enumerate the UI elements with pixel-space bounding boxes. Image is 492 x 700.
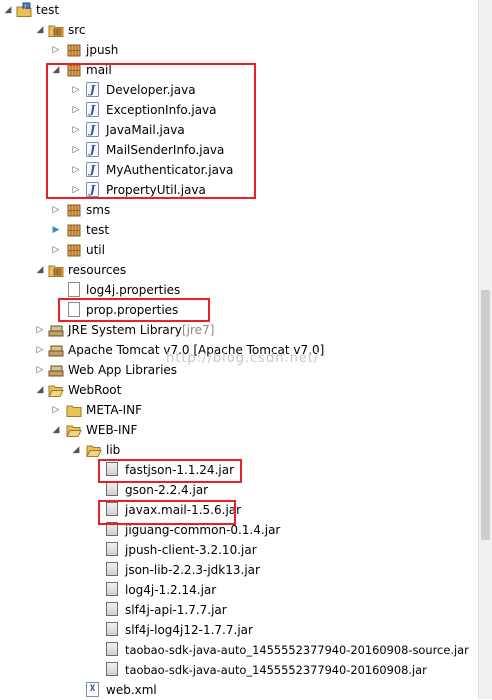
jar-file-icon <box>106 462 118 476</box>
jar-label: jpush-client-3.2.10.jar <box>125 543 257 557</box>
file-label: Developer.java <box>106 83 196 97</box>
watermark-text: http://blog.csdn.net/ <box>166 351 320 366</box>
jar-label: gson-2.2.4.jar <box>125 483 209 497</box>
jar-file-icon <box>106 482 118 496</box>
open-folder-icon <box>86 445 102 457</box>
jar-label: taobao-sdk-java-auto_1455552377940-20160… <box>125 663 427 677</box>
expand-arrow-icon[interactable]: ◢ <box>2 0 14 20</box>
svg-text:J: J <box>24 4 26 10</box>
package-label: test <box>86 223 110 237</box>
collapse-arrow-icon[interactable]: ▷ <box>34 340 46 360</box>
collapse-arrow-icon[interactable]: ▷ <box>34 320 46 340</box>
collapse-arrow-icon[interactable]: ▷ <box>70 80 82 100</box>
jar-file-icon <box>106 562 118 576</box>
collapse-arrow-icon[interactable]: ▷ <box>70 120 82 140</box>
file-label: log4j.properties <box>86 283 181 297</box>
package-icon <box>67 64 81 77</box>
expand-arrow-icon[interactable]: ◢ <box>34 380 46 400</box>
library-label: JRE System Library <box>68 323 182 337</box>
project-explorer-tree: ◢ J test ◢ src ▷ jpush ◢ mail ▷ J Develo… <box>0 0 478 699</box>
properties-file-icon <box>68 282 80 297</box>
file-label: MyAuthenticator.java <box>106 163 234 177</box>
project-label: test <box>36 3 60 17</box>
source-folder-icon <box>48 265 64 277</box>
jar-label: slf4j-api-1.7.7.jar <box>125 603 227 617</box>
collapse-arrow-icon[interactable]: ▷ <box>70 180 82 200</box>
jar-label: taobao-sdk-java-auto_1455552377940-20160… <box>125 643 469 657</box>
library-label: Web App Libraries <box>68 363 178 377</box>
collapse-arrow-icon[interactable]: ▷ <box>50 200 62 220</box>
file-label: PropertyUtil.java <box>106 183 206 197</box>
jar-label: jiguang-common-0.1.4.jar <box>125 523 281 537</box>
package-label: sms <box>86 203 111 217</box>
java-file-icon: J <box>86 142 99 157</box>
source-folder-icon <box>48 25 64 37</box>
jar-label: json-lib-2.2.3-jdk13.jar <box>125 563 260 577</box>
java-file-icon: J <box>86 102 99 117</box>
collapse-arrow-icon[interactable]: ▷ <box>50 400 62 420</box>
file-label: web.xml <box>106 683 157 697</box>
vertical-scrollbar[interactable] <box>478 0 492 699</box>
folder-label: META-INF <box>86 403 143 417</box>
java-file-icon: J <box>86 82 99 97</box>
library-icon <box>48 325 64 337</box>
open-folder-icon <box>66 425 82 437</box>
package-icon <box>67 44 81 57</box>
expand-arrow-icon[interactable]: ◢ <box>50 420 62 440</box>
jar-file-icon <box>106 602 118 616</box>
expand-arrow-icon[interactable]: ◢ <box>34 20 46 40</box>
xml-file-icon: X <box>86 682 99 697</box>
jar-file-icon <box>106 642 118 656</box>
properties-file-icon <box>68 302 80 317</box>
collapse-arrow-icon[interactable]: ▷ <box>34 360 46 380</box>
file-label: prop.properties <box>86 303 179 317</box>
jar-label: fastjson-1.1.24.jar <box>125 463 235 477</box>
collapse-arrow-icon[interactable]: ▷ <box>70 140 82 160</box>
folder-label: lib <box>106 443 121 457</box>
file-label: JavaMail.java <box>106 123 185 137</box>
package-label: jpush <box>86 43 119 57</box>
jar-label: slf4j-log4j12-1.7.7.jar <box>125 623 253 637</box>
file-label: ExceptionInfo.java <box>106 103 217 117</box>
folder-icon <box>66 405 82 417</box>
library-icon <box>48 365 64 377</box>
src-label: src <box>68 23 86 37</box>
resources-label: resources <box>68 263 127 277</box>
expand-arrow-icon[interactable]: ◢ <box>70 440 82 460</box>
jar-label: log4j-1.2.14.jar <box>125 583 217 597</box>
jar-file-icon <box>106 522 118 536</box>
package-label: util <box>86 243 105 257</box>
file-label: MailSenderInfo.java <box>106 143 225 157</box>
package-icon <box>67 224 81 237</box>
package-label: mail <box>86 63 112 77</box>
jar-file-icon <box>106 582 118 596</box>
expand-arrow-icon[interactable]: ◢ <box>50 60 62 80</box>
collapse-arrow-icon[interactable]: ▷ <box>50 240 62 260</box>
collapse-arrow-icon[interactable]: ▷ <box>50 40 62 60</box>
jre-decoration: [jre7] <box>182 323 215 337</box>
folder-label: WebRoot <box>68 383 122 397</box>
collapse-arrow-icon[interactable]: ▷ <box>70 160 82 180</box>
folder-label: WEB-INF <box>86 423 138 437</box>
package-icon <box>67 244 81 257</box>
jar-file-icon <box>106 622 118 636</box>
package-icon <box>67 204 81 217</box>
java-project-icon: J <box>16 2 32 17</box>
open-folder-icon <box>48 385 64 397</box>
expand-arrow-icon[interactable]: ◢ <box>34 260 46 280</box>
jar-file-icon <box>106 662 118 676</box>
jar-file-icon <box>106 502 118 516</box>
collapse-arrow-icon[interactable]: ▶ <box>50 220 62 240</box>
java-file-icon: J <box>86 182 99 197</box>
library-icon <box>48 345 64 357</box>
java-file-icon: J <box>86 162 99 177</box>
collapse-arrow-icon[interactable]: ▷ <box>70 100 82 120</box>
java-file-icon: J <box>86 122 99 137</box>
scrollbar-thumb[interactable] <box>481 290 490 540</box>
jar-label: javax.mail-1.5.6.jar <box>125 503 242 517</box>
jar-file-icon <box>106 542 118 556</box>
